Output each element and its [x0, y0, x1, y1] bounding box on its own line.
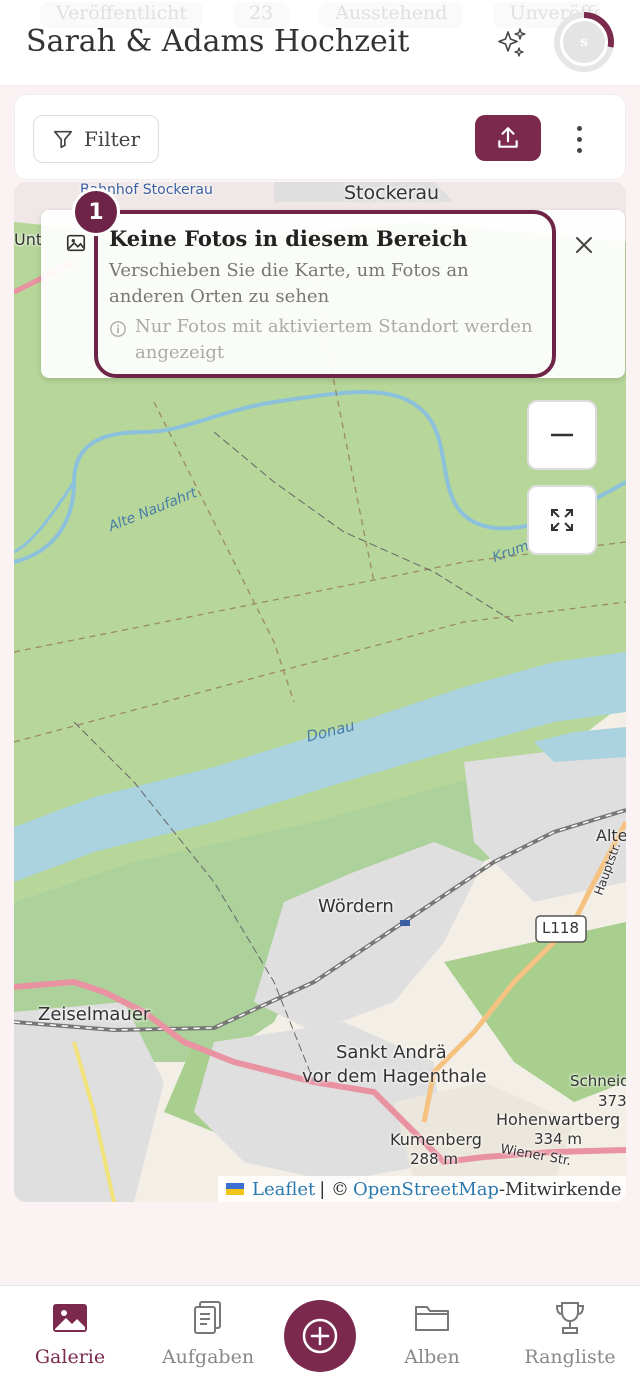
- map-label-sankt-andrae: Sankt Andrä: [336, 1042, 447, 1063]
- map-label-373: 373: [598, 1092, 626, 1110]
- nav-item-rangliste[interactable]: Rangliste: [510, 1298, 630, 1368]
- map-label-schneid: Schneid: [570, 1072, 626, 1090]
- map-label-stockerau: Stockerau: [344, 182, 440, 204]
- trophy-icon: [555, 1302, 585, 1334]
- bottom-navigation: Galerie Aufgaben Alben Rangliste: [0, 1285, 640, 1385]
- profile-progress-ring[interactable]: s: [554, 12, 614, 72]
- map-label-hagenthale: vor dem Hagenthale: [302, 1066, 487, 1087]
- folder-icon: [415, 1306, 449, 1331]
- attribution-suffix: -Mitwirkende: [498, 1178, 622, 1200]
- dot-icon: [576, 147, 582, 153]
- fullscreen-button[interactable]: [527, 485, 597, 555]
- ukraine-flag-icon: [226, 1183, 244, 1195]
- attribution-separator: | ©: [319, 1178, 350, 1200]
- nav-label-alben: Alben: [404, 1346, 460, 1368]
- tutorial-step-badge: 1: [72, 188, 120, 236]
- map-label-unt: Unt: [14, 230, 43, 249]
- dot-icon: [576, 136, 582, 142]
- upload-icon: [498, 127, 518, 148]
- map-label-hohenwartberg-height: 334 m: [534, 1130, 583, 1148]
- photo-map[interactable]: Stockerau Bahnhof Stockerau Unt Alte Nau…: [14, 182, 626, 1202]
- map-label-zeiselmauer: Zeiselmauer: [38, 1004, 151, 1025]
- fullscreen-icon: [551, 509, 573, 531]
- nav-item-alben[interactable]: Alben: [372, 1298, 492, 1368]
- gallery-icon: [53, 1304, 87, 1332]
- zoom-out-button[interactable]: [527, 400, 597, 470]
- add-photo-button[interactable]: [284, 1300, 356, 1372]
- app-header: Veröffentlicht 23 Ausstehend Unveröffent…: [0, 0, 640, 86]
- filter-label: Filter: [83, 127, 141, 151]
- more-options-button[interactable]: [567, 117, 591, 161]
- minus-icon: [551, 433, 573, 437]
- no-photos-notice: Keine Fotos in diesem Bereich Verschiebe…: [41, 210, 625, 378]
- map-label-woerdern: Wördern: [318, 896, 394, 917]
- dot-icon: [576, 125, 582, 131]
- nav-item-aufgaben[interactable]: Aufgaben: [148, 1298, 268, 1368]
- osm-link[interactable]: OpenStreetMap: [353, 1179, 499, 1200]
- filter-icon: [53, 130, 73, 149]
- map-label-kumenberg: Kumenberg: [390, 1130, 482, 1149]
- page-title: Sarah & Adams Hochzeit: [26, 24, 410, 59]
- map-label-l118: L118: [542, 919, 579, 937]
- image-icon: [66, 234, 86, 252]
- highlight-frame: [94, 210, 556, 378]
- nav-label-galerie: Galerie: [34, 1346, 106, 1368]
- leaflet-link[interactable]: Leaflet: [252, 1179, 315, 1200]
- nav-label-rangliste: Rangliste: [524, 1346, 616, 1368]
- sparkle-icon[interactable]: [494, 26, 528, 60]
- avatar[interactable]: s: [560, 18, 608, 66]
- close-icon[interactable]: [573, 234, 595, 256]
- map-label-kumenberg-height: 288 m: [410, 1150, 459, 1168]
- nav-item-galerie[interactable]: Galerie: [10, 1298, 130, 1368]
- filter-button[interactable]: Filter: [33, 115, 159, 163]
- map-label-hohenwartberg: Hohenwartberg: [496, 1110, 621, 1129]
- map-attribution: Leaflet | © OpenStreetMap -Mitwirkende: [218, 1176, 626, 1202]
- gallery-toolbar: Filter: [14, 94, 626, 180]
- tasks-icon: [194, 1301, 221, 1334]
- add-icon: [302, 1318, 338, 1354]
- upload-button[interactable]: [475, 115, 541, 161]
- nav-label-aufgaben: Aufgaben: [161, 1346, 255, 1368]
